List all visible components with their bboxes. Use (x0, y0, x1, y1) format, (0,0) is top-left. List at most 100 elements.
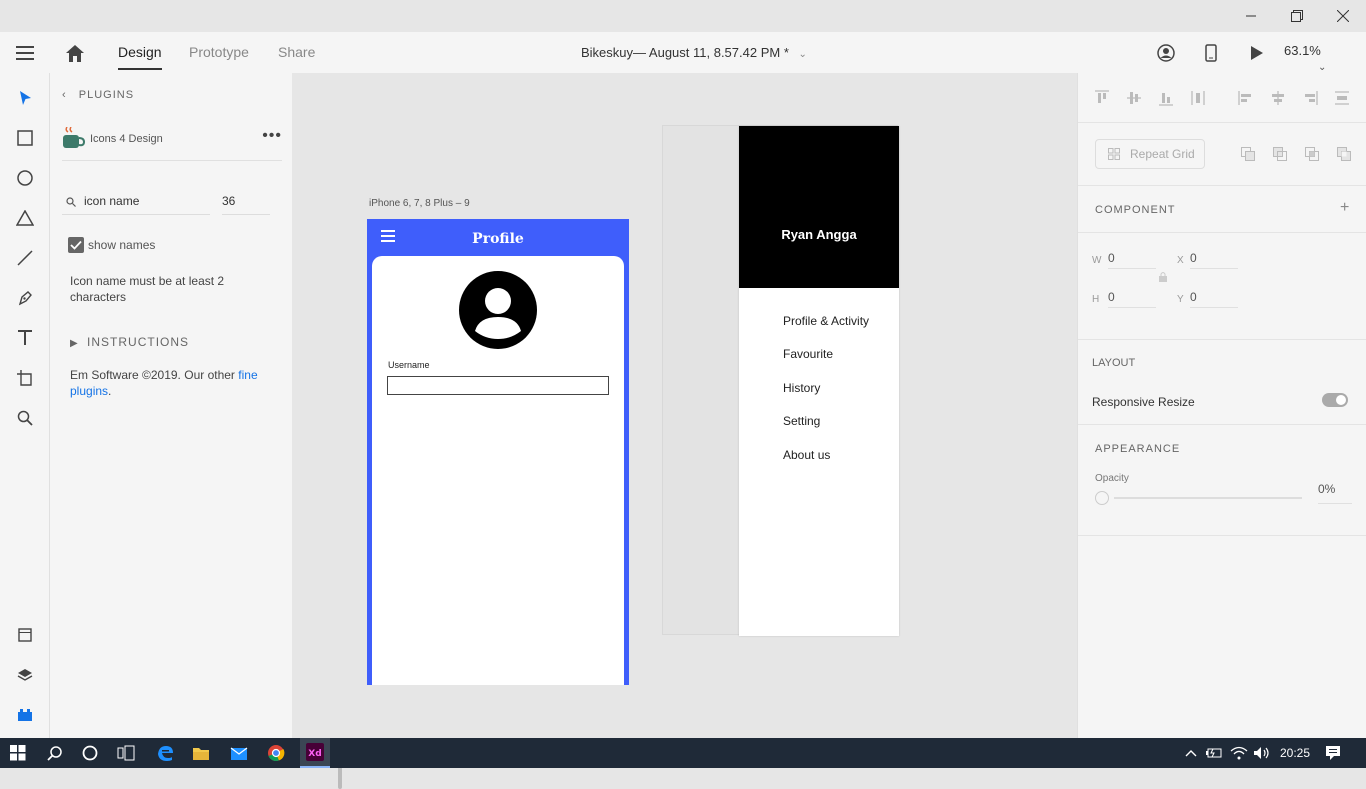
distribute-horizontal-icon[interactable] (1190, 90, 1206, 106)
edge-browser-icon[interactable] (154, 743, 176, 763)
divider (1078, 424, 1366, 425)
close-icon[interactable] (1320, 0, 1366, 32)
align-center-icon[interactable] (1270, 90, 1286, 106)
artboard-label[interactable]: iPhone 6, 7, 8 Plus – 9 (369, 198, 470, 209)
more-options-icon[interactable]: ••• (262, 127, 282, 145)
artboard-drawer[interactable]: Ryan Angga Profile & Activity Favourite … (739, 126, 899, 636)
app-bar: Design Prototype Share Bikeskuy— August … (0, 32, 1366, 73)
tab-design[interactable]: Design (118, 44, 162, 70)
boolean-subtract-icon[interactable] (1273, 147, 1287, 161)
repeat-grid-row: Repeat Grid (1078, 123, 1366, 186)
user-profile-icon[interactable] (1155, 42, 1177, 64)
add-component-icon[interactable]: + (1340, 199, 1349, 217)
menu-item-favourite[interactable]: Favourite (783, 347, 833, 361)
align-top-icon[interactable] (1094, 90, 1110, 106)
zoom-value: 63.1% (1284, 43, 1321, 58)
checkmark-icon (68, 237, 84, 253)
hamburger-menu-icon[interactable] (14, 42, 36, 64)
artboard-profile[interactable]: Profile Username (367, 219, 629, 685)
zoom-tool-icon[interactable] (14, 407, 36, 429)
width-field[interactable]: 0 (1108, 251, 1156, 269)
instructions-toggle[interactable]: ▶ INSTRUCTIONS (70, 335, 189, 349)
file-explorer-icon[interactable] (190, 743, 212, 763)
distribute-vertical-icon[interactable] (1334, 90, 1350, 106)
align-right-icon[interactable] (1302, 90, 1318, 106)
pen-tool-icon[interactable] (14, 287, 36, 309)
repeat-grid-button[interactable]: Repeat Grid (1095, 139, 1205, 169)
username-field[interactable] (387, 376, 609, 395)
lock-aspect-icon[interactable] (1158, 271, 1168, 283)
property-inspector: Repeat Grid COMPONENT + W 0 H 0 X 0 Y 0 … (1077, 73, 1366, 738)
credits-suffix: . (108, 384, 112, 398)
x-field[interactable]: 0 (1190, 251, 1238, 269)
opacity-field[interactable]: 0% (1318, 482, 1352, 504)
tab-prototype[interactable]: Prototype (189, 44, 249, 60)
icon-search-row: icon name 36 (62, 189, 272, 215)
y-label: Y (1177, 294, 1184, 305)
volume-icon[interactable] (1251, 743, 1273, 763)
boolean-exclude-icon[interactable] (1337, 147, 1351, 161)
assets-panel-icon[interactable] (14, 624, 36, 646)
minimize-icon[interactable] (1228, 0, 1274, 32)
adobe-xd-icon[interactable]: Xd (300, 738, 330, 768)
windows-start-icon[interactable] (7, 743, 29, 763)
play-icon[interactable] (1246, 42, 1268, 64)
menu-item-profile-activity[interactable]: Profile & Activity (783, 314, 869, 328)
plugins-back-link[interactable]: ‹ PLUGINS (62, 89, 134, 101)
notifications-icon[interactable] (1322, 743, 1344, 763)
opacity-slider-knob[interactable] (1095, 491, 1109, 505)
credits-prefix: Em Software ©2019. Our other (70, 368, 239, 382)
username-label: Username (388, 360, 430, 370)
layout-heading: LAYOUT (1092, 357, 1136, 369)
triangle-right-icon: ▶ (70, 338, 79, 349)
chevron-down-icon[interactable]: ⌄ (799, 49, 807, 60)
boolean-intersect-icon[interactable] (1305, 147, 1319, 161)
document-title[interactable]: Bikeskuy— August 11, 8.57.42 PM * ⌄ (581, 45, 807, 60)
responsive-resize-toggle[interactable] (1322, 393, 1348, 407)
align-left-icon[interactable] (1238, 90, 1254, 106)
grid-icon (1108, 148, 1120, 160)
coffee-cup-icon (63, 127, 86, 148)
taskbar-clock[interactable]: 20:25 (1280, 746, 1310, 760)
boolean-add-icon[interactable] (1241, 147, 1255, 161)
select-arrow-icon[interactable] (14, 87, 36, 109)
mail-store-icon[interactable] (228, 743, 250, 763)
chrome-icon[interactable] (265, 743, 287, 763)
home-icon[interactable] (64, 42, 86, 64)
chevron-up-icon[interactable] (1180, 743, 1202, 763)
search-icon[interactable] (44, 743, 66, 763)
menu-item-setting[interactable]: Setting (783, 414, 820, 428)
ellipse-tool-icon[interactable] (14, 167, 36, 189)
window-titlebar (0, 0, 1366, 32)
show-names-checkbox[interactable]: show names (68, 237, 155, 253)
wifi-icon[interactable] (1228, 743, 1250, 763)
opacity-slider-track[interactable] (1114, 497, 1302, 499)
align-bottom-icon[interactable] (1158, 90, 1174, 106)
menu-item-history[interactable]: History (783, 381, 820, 395)
artboard-tool-icon[interactable] (14, 367, 36, 389)
tab-share[interactable]: Share (278, 44, 315, 60)
plugins-panel-icon[interactable] (14, 704, 36, 726)
task-view-icon[interactable] (115, 743, 137, 763)
rectangle-tool-icon[interactable] (14, 127, 36, 149)
cortana-icon[interactable] (79, 743, 101, 763)
triangle-tool-icon[interactable] (14, 207, 36, 229)
windows-taskbar: Xd 20:25 (0, 738, 1366, 768)
icon-size-input[interactable]: 36 (222, 189, 270, 215)
show-names-label: show names (88, 238, 156, 252)
menu-item-about-us[interactable]: About us (783, 448, 830, 462)
layers-panel-icon[interactable] (14, 664, 36, 686)
icon-search-input[interactable]: icon name (62, 189, 210, 215)
y-field[interactable]: 0 (1190, 290, 1238, 308)
chevron-left-icon: ‹ (62, 89, 67, 101)
height-field[interactable]: 0 (1108, 290, 1156, 308)
restore-icon[interactable] (1274, 0, 1320, 32)
line-tool-icon[interactable] (14, 247, 36, 269)
design-canvas[interactable]: iPhone 6, 7, 8 Plus – 9 Profile Username… (292, 73, 1077, 738)
battery-icon[interactable] (1203, 743, 1225, 763)
align-middle-icon[interactable] (1126, 90, 1142, 106)
device-preview-icon[interactable] (1200, 42, 1222, 64)
tools-toolbar (0, 73, 50, 738)
text-tool-icon[interactable] (14, 327, 36, 349)
zoom-select[interactable]: 63.1% ⌄ (1284, 43, 1366, 73)
